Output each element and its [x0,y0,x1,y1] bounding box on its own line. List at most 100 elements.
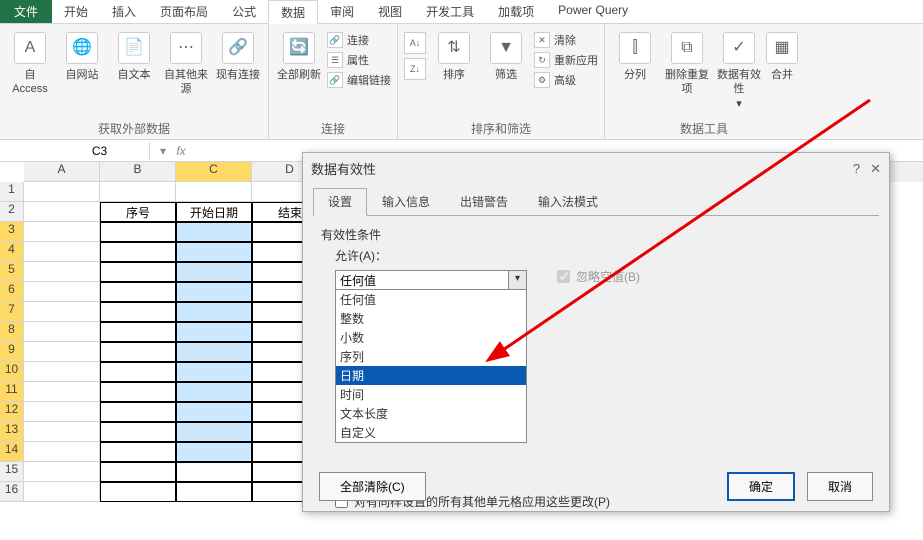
help-icon[interactable]: ? [853,161,860,177]
from-text-button[interactable]: 📄自文本 [110,28,158,82]
row-8[interactable]: 8 [0,322,24,342]
name-box[interactable]: C3 [50,142,150,160]
fx-icon[interactable]: fx [174,144,188,158]
allow-input[interactable] [335,270,509,290]
connections-button[interactable]: 🔗连接 [327,32,391,48]
cell[interactable] [24,322,100,342]
consolidate-button[interactable]: ▦合并 [767,28,797,82]
advanced-button[interactable]: ⚙高级 [534,72,598,88]
cells-area[interactable]: 序号开始日期结束 [24,182,328,502]
cell[interactable] [100,222,176,242]
data-validation-button[interactable]: ✓数据有效性▾ [715,28,763,111]
cell[interactable] [24,342,100,362]
cell[interactable] [24,442,100,462]
cell[interactable] [24,262,100,282]
row-12[interactable]: 12 [0,402,24,422]
allow-option[interactable]: 时间 [336,385,526,404]
cell[interactable] [176,482,252,502]
tab-powerquery[interactable]: Power Query [546,0,640,23]
cell[interactable] [176,182,252,202]
cell[interactable] [24,242,100,262]
allow-option[interactable]: 文本长度 [336,404,526,423]
cell[interactable]: 开始日期 [176,202,252,222]
refresh-all-button[interactable]: 🔄全部刷新 [275,28,323,82]
from-access-button[interactable]: A自 Access [6,28,54,97]
cell[interactable] [24,482,100,502]
tab-file[interactable]: 文件 [0,0,52,23]
cell[interactable] [100,302,176,322]
cell[interactable] [176,282,252,302]
tab-home[interactable]: 开始 [52,0,100,23]
cell[interactable] [176,442,252,462]
col-c[interactable]: C [176,162,252,182]
allow-option[interactable]: 任何值 [336,290,526,309]
tab-formula[interactable]: 公式 [220,0,268,23]
cell[interactable] [100,362,176,382]
text-to-columns-button[interactable]: ⫿分列 [611,28,659,82]
allow-option[interactable]: 整数 [336,309,526,328]
allow-combo[interactable]: ▾ [335,270,527,290]
tab-view[interactable]: 视图 [366,0,414,23]
cell[interactable] [24,282,100,302]
tab-addin[interactable]: 加载项 [486,0,546,23]
row-1[interactable]: 1 [0,182,24,202]
row-2[interactable]: 2 [0,202,24,222]
cell[interactable] [176,302,252,322]
cell[interactable] [100,462,176,482]
allow-listbox[interactable]: 任何值整数小数序列日期时间文本长度自定义 [335,289,527,443]
tab-data[interactable]: 数据 [268,0,318,24]
from-web-button[interactable]: 🌐自网站 [58,28,106,82]
dropdown-icon[interactable]: ▾ [156,144,170,158]
close-icon[interactable]: ✕ [870,161,881,177]
existing-conn-button[interactable]: 🔗现有连接 [214,28,262,82]
sort-button[interactable]: ⇅排序 [430,28,478,82]
cell[interactable] [176,362,252,382]
row-10[interactable]: 10 [0,362,24,382]
tab-dev[interactable]: 开发工具 [414,0,486,23]
tab-input-message[interactable]: 输入信息 [367,188,445,215]
cell[interactable] [24,222,100,242]
cell[interactable] [100,422,176,442]
cell[interactable] [100,262,176,282]
ok-button[interactable]: 确定 [727,472,795,501]
col-b[interactable]: B [100,162,176,182]
tab-settings[interactable]: 设置 [313,188,367,216]
reapply-button[interactable]: ↻重新应用 [534,52,598,68]
row-7[interactable]: 7 [0,302,24,322]
cell[interactable]: 序号 [100,202,176,222]
cell[interactable] [100,242,176,262]
tab-ime-mode[interactable]: 输入法模式 [523,188,613,215]
clear-all-button[interactable]: 全部清除(C) [319,472,426,501]
allow-option[interactable]: 自定义 [336,423,526,442]
sort-desc-icon[interactable]: Z↓ [404,58,426,80]
row-14[interactable]: 14 [0,442,24,462]
row-5[interactable]: 5 [0,262,24,282]
cell[interactable] [176,462,252,482]
cell[interactable] [24,422,100,442]
row-4[interactable]: 4 [0,242,24,262]
chevron-down-icon[interactable]: ▾ [509,270,527,290]
remove-duplicates-button[interactable]: ⧉删除重复项 [663,28,711,97]
row-6[interactable]: 6 [0,282,24,302]
cancel-button[interactable]: 取消 [807,472,873,501]
edit-links-button[interactable]: 🔗编辑链接 [327,72,391,88]
cell[interactable] [100,482,176,502]
sort-asc-icon[interactable]: A↓ [404,32,426,54]
cell[interactable] [24,302,100,322]
cell[interactable] [24,462,100,482]
col-a[interactable]: A [24,162,100,182]
cell[interactable] [100,282,176,302]
filter-button[interactable]: ▼筛选 [482,28,530,82]
cell[interactable] [176,402,252,422]
tab-error-alert[interactable]: 出错警告 [445,188,523,215]
cell[interactable] [24,202,100,222]
cell[interactable] [176,382,252,402]
cell[interactable] [176,222,252,242]
cell[interactable] [100,322,176,342]
tab-layout[interactable]: 页面布局 [148,0,220,23]
cell[interactable] [100,342,176,362]
row-9[interactable]: 9 [0,342,24,362]
allow-option[interactable]: 日期 [336,366,526,385]
cell[interactable] [24,402,100,422]
cell[interactable] [100,442,176,462]
